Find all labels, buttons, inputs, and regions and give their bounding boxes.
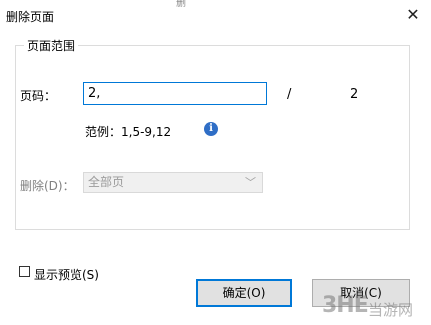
page-label: 页码： — [20, 89, 57, 103]
example-text: 范例：1,5-9,12 — [85, 125, 172, 139]
top-watermark: 删 — [176, 0, 186, 9]
delete-dropdown[interactable]: 全部页 ﹀ — [83, 172, 263, 193]
watermark-logo: 3HE — [322, 293, 369, 318]
info-icon[interactable]: i — [204, 122, 218, 136]
site-watermark: 3HE 当游网 — [322, 287, 431, 325]
page-separator: / — [287, 87, 292, 102]
page-range-group: 页面范围 — [15, 37, 410, 230]
show-preview-checkbox[interactable] — [19, 266, 30, 277]
total-pages: 2 — [350, 87, 359, 102]
delete-label: 删除(D)： — [20, 179, 75, 193]
page-range-group-label: 页面范围 — [24, 37, 79, 54]
page-number-input[interactable] — [83, 82, 267, 105]
ok-button[interactable]: 确定(O) — [196, 279, 292, 307]
delete-dropdown-value: 全部页 — [88, 175, 125, 189]
show-preview-label[interactable]: 显示预览(S) — [34, 266, 99, 283]
close-icon[interactable]: ✕ — [400, 4, 426, 26]
title-bar: 删除页面 删 ✕ — [0, 0, 431, 30]
window-title: 删除页面 — [6, 10, 55, 24]
chevron-down-icon: ﹀ — [245, 176, 256, 189]
watermark-text: 当游网 — [368, 301, 414, 319]
